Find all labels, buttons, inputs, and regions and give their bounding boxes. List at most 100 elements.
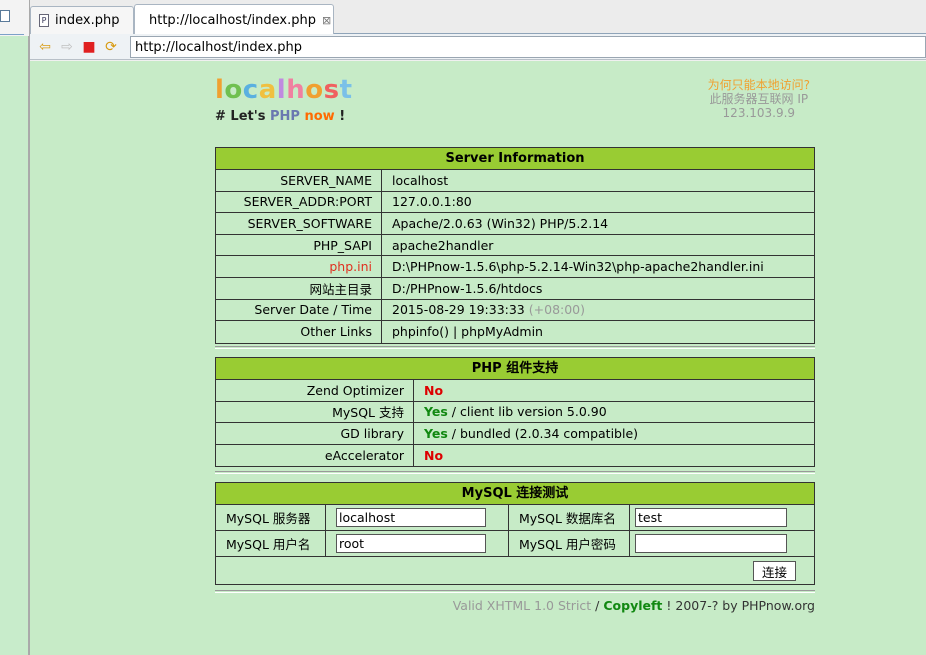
logo-letter: o (305, 75, 324, 105)
logo-letter: a (258, 75, 277, 105)
divider (0, 34, 24, 35)
component-name: MySQL 支持 (216, 401, 414, 423)
footer-rest: ! 2007-? by PHPnow.org (662, 598, 815, 613)
status-yes: Yes (424, 404, 448, 420)
copyleft-link[interactable]: Copyleft (603, 598, 662, 613)
footer: Valid XHTML 1.0 Strict / Copyleft ! 2007… (453, 598, 815, 613)
local-access-link[interactable]: 为何只能本地访问? (708, 78, 810, 92)
ip-info: 为何只能本地访问? 此服务器互联网 IP 123.103.9.9 (708, 78, 810, 120)
row-value: Apache/2.0.63 (Win32) PHP/5.2.14 (382, 216, 608, 231)
table-row: Zend Optimizer No (216, 380, 814, 402)
row-key: 网站主目录 (216, 277, 382, 299)
password-cell (630, 531, 814, 556)
server-info-table: Server Information SERVER_NAME localhost S… (215, 147, 815, 344)
row-value-text: Apache/2.0.63 (Win32) PHP/5.2.14 (392, 215, 609, 231)
row-value: 2015-08-29 19:33:33 (+08:00) (382, 302, 585, 317)
status-yes: Yes (424, 425, 448, 441)
component-status: No (414, 383, 443, 398)
component-name: GD library (216, 423, 414, 444)
logo: localhost (215, 75, 353, 105)
ip-label: 此服务器互联网 IP (709, 92, 809, 106)
logo-letter: c (242, 75, 259, 105)
status-no: No (424, 382, 444, 398)
address-bar[interactable]: http://localhost/index.php (130, 36, 926, 58)
db-label: MySQL 数据库名 (509, 505, 630, 530)
row-value-text: D:\PHPnow-1.5.6\php-5.2.14-Win32\php-apa… (392, 259, 764, 275)
server-cell (326, 505, 509, 530)
table-row: SERVER_NAME localhost (216, 170, 814, 192)
row-value-text: localhost (392, 172, 449, 188)
password-label: MySQL 用户密码 (509, 531, 630, 556)
logo-letter: l (276, 75, 287, 105)
row-value: localhost (382, 173, 448, 188)
table-row: GD library Yes / bundled (2.0.34 compatib… (216, 423, 814, 445)
row-key: PHP_SAPI (216, 234, 382, 256)
tab-bar: P index.php http://localhost/index.php ⊠ (30, 0, 926, 35)
server-input[interactable] (336, 508, 486, 527)
slogan-now: now (304, 109, 335, 124)
user-label: MySQL 用户名 (216, 531, 326, 556)
table-row: Server Date / Time 2015-08-29 19:33:33 (+0… (216, 299, 814, 322)
slogan-php: PHP (269, 109, 300, 124)
row-key: SERVER_NAME (216, 170, 382, 191)
component-status: Yes / bundled (2.0.34 compatible) (414, 426, 638, 441)
divider (215, 346, 815, 349)
row-value-text: D:/PHPnow-1.5.6/htdocs (392, 280, 543, 296)
stop-icon[interactable]: ■ (78, 37, 100, 57)
slogan: # Let's PHP now ! (215, 109, 345, 124)
tab-index-php[interactable]: P index.php (30, 6, 134, 34)
db-cell (630, 505, 814, 530)
php-components-table: PHP 组件支持 Zend Optimizer No MySQL 支持 Yes / c… (215, 357, 815, 468)
connect-button[interactable]: 连接 (752, 560, 796, 581)
php-file-icon: P (39, 14, 49, 27)
divider (215, 590, 815, 593)
slogan-suffix: ! (339, 109, 346, 124)
footer-slash: / (591, 598, 604, 613)
logo-letter: t (339, 75, 353, 105)
row-value-text[interactable]: phpinfo() | phpMyAdmin (392, 324, 543, 339)
section-title: Server Information (216, 148, 814, 170)
row-value: phpinfo() | phpMyAdmin (382, 324, 543, 339)
close-icon[interactable]: ⊠ (322, 14, 331, 27)
logo-letter: s (323, 75, 340, 105)
table-row: PHP_SAPI apache2handler (216, 234, 814, 257)
row-key: SERVER_SOFTWARE (216, 213, 382, 234)
left-sidebar-strip (0, 0, 30, 655)
refresh-icon[interactable]: ⟳ (100, 37, 122, 57)
logo-letter: o (224, 75, 243, 105)
component-status: No (414, 448, 443, 463)
back-arrow-icon[interactable]: ⇦ (34, 37, 56, 57)
table-row: MySQL 支持 Yes / client lib version 5.0.90 (216, 401, 814, 424)
button-row: 连接 (216, 557, 814, 584)
row-value: D:/PHPnow-1.5.6/htdocs (382, 281, 542, 296)
section-title: PHP 组件支持 (216, 358, 814, 380)
table-row: Other Links phpinfo() | phpMyAdmin (216, 321, 814, 343)
table-row: eAccelerator No (216, 444, 814, 467)
mysql-test-form: MySQL 连接测试 MySQL 服务器 MySQL 数据库名 MySQL 用户… (215, 482, 815, 585)
window-icon[interactable] (0, 10, 10, 22)
forward-arrow-icon[interactable]: ⇨ (56, 37, 78, 57)
page-content: localhost # Let's PHP now ! 为何只能本地访问? 此服… (30, 61, 926, 655)
row-key[interactable]: php.ini (216, 256, 382, 277)
tab-localhost[interactable]: http://localhost/index.php ⊠ (134, 4, 334, 35)
table-row: SERVER_ADDR:PORT 127.0.0.1:80 (216, 191, 814, 214)
browser-toolbar: ⇦ ⇨ ■ ⟳ http://localhost/index.php (30, 34, 926, 60)
valid-xhtml-link[interactable]: Valid XHTML 1.0 Strict (453, 598, 592, 613)
logo-letter: h (286, 75, 306, 105)
tab-label: index.php (55, 13, 120, 28)
slogan-prefix: # Let's (215, 109, 266, 124)
ip-value: 123.103.9.9 (722, 106, 796, 120)
user-input[interactable] (336, 534, 486, 553)
table-row: php.ini D:\PHPnow-1.5.6\php-5.2.14-Win32\… (216, 256, 814, 278)
row-value: 127.0.0.1:80 (382, 194, 472, 209)
db-input[interactable] (635, 508, 787, 527)
component-detail: / client lib version 5.0.90 (447, 404, 607, 420)
component-name: eAccelerator (216, 444, 414, 467)
password-input[interactable] (635, 534, 787, 553)
table-row: SERVER_SOFTWARE Apache/2.0.63 (Win32) PHP… (216, 213, 814, 235)
table-row: 网站主目录 D:/PHPnow-1.5.6/htdocs (216, 277, 814, 300)
row-value-text: 2015-08-29 19:33:33 (392, 302, 525, 318)
divider (215, 471, 815, 474)
section-title: MySQL 连接测试 (216, 483, 814, 505)
server-label: MySQL 服务器 (216, 505, 326, 530)
